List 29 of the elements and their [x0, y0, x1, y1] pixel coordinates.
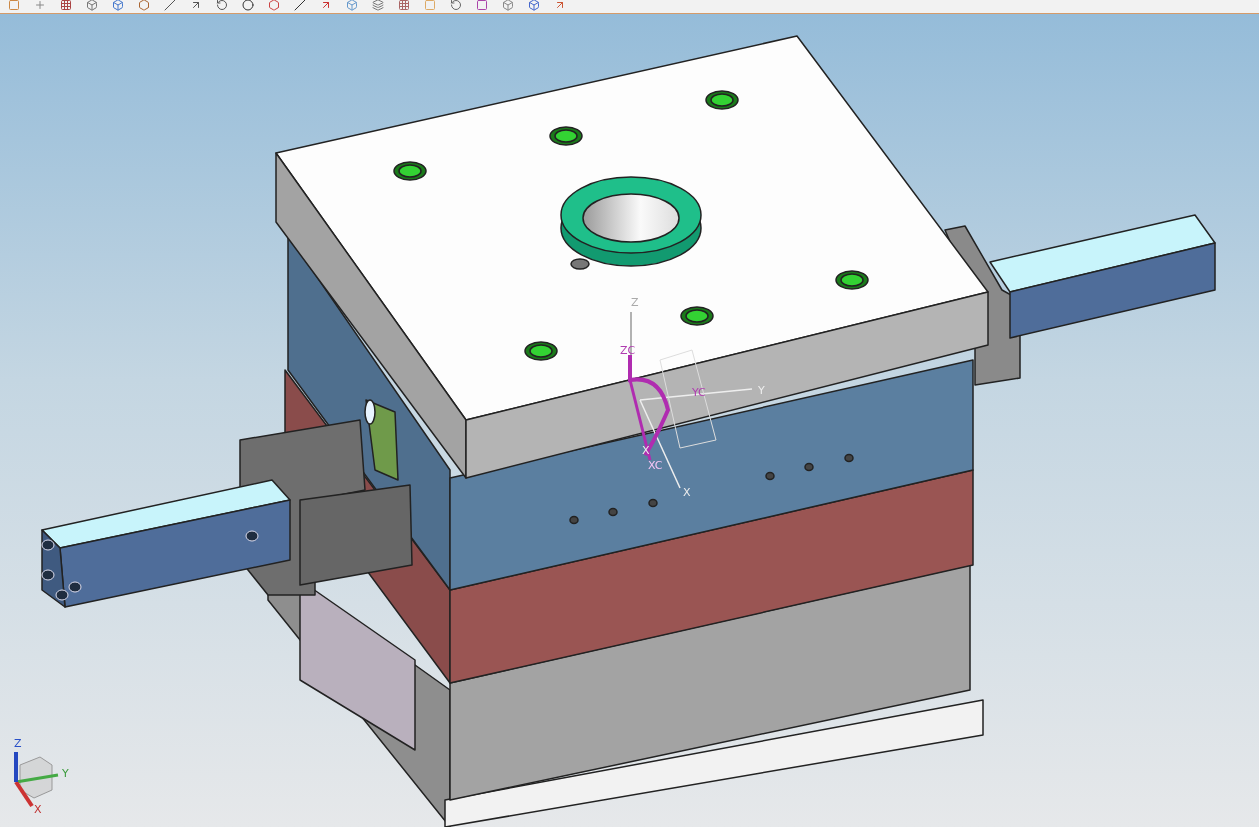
axis-label: Z [14, 737, 22, 750]
arrow-icon[interactable] [190, 0, 202, 11]
axis-label: X [642, 444, 650, 457]
grid-icon[interactable] [398, 0, 410, 11]
axis-label: X [34, 803, 42, 816]
cube-icon[interactable] [528, 0, 540, 11]
square-icon[interactable] [8, 0, 20, 11]
cube-icon[interactable] [502, 0, 514, 11]
axis-label: XC [648, 459, 663, 472]
arrow-icon[interactable] [320, 0, 332, 11]
hexagon-icon[interactable] [138, 0, 150, 11]
layers-icon[interactable] [372, 0, 384, 11]
axis-label: YC [692, 386, 706, 399]
plus-icon[interactable] [34, 0, 46, 11]
axis-label: ZC [620, 344, 636, 357]
rotation-handle[interactable] [628, 355, 670, 461]
axis-label: Z [631, 296, 639, 309]
line-icon[interactable] [294, 0, 306, 11]
axis-label: X [683, 486, 691, 499]
cube-icon[interactable] [86, 0, 98, 11]
line-icon[interactable] [164, 0, 176, 11]
axis-label: Y [62, 767, 69, 780]
cube-icon[interactable] [346, 0, 358, 11]
square-icon[interactable] [476, 0, 488, 11]
hexagon-icon[interactable] [268, 0, 280, 11]
axis-label: Y [758, 384, 765, 397]
arrow-icon[interactable] [554, 0, 566, 11]
grid-icon[interactable] [60, 0, 72, 11]
cube-icon[interactable] [112, 0, 124, 11]
